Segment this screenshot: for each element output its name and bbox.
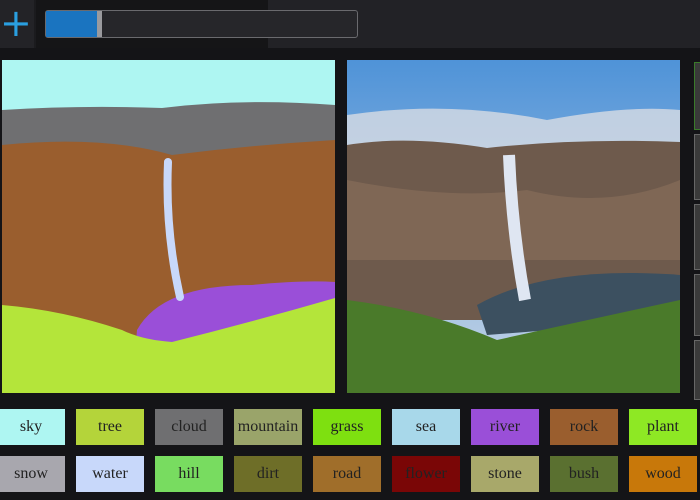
style-thumbnail[interactable] <box>694 62 700 130</box>
label-water-button[interactable]: water <box>76 456 144 492</box>
label-flower-button[interactable]: flower <box>392 456 460 492</box>
label-dirt-button[interactable]: dirt <box>234 456 302 492</box>
slider-fill <box>46 11 99 37</box>
generated-image <box>347 60 680 393</box>
label-road-button[interactable]: road <box>313 456 381 492</box>
label-stone-button[interactable]: stone <box>471 456 539 492</box>
slider-handle[interactable] <box>96 11 102 37</box>
label-sky-button[interactable]: sky <box>0 409 65 445</box>
style-thumbnail[interactable] <box>694 204 700 270</box>
style-thumbnail[interactable] <box>694 134 700 200</box>
label-mountain-button[interactable]: mountain <box>234 409 302 445</box>
label-cloud-button[interactable]: cloud <box>155 409 223 445</box>
segmentation-canvas[interactable] <box>2 60 335 393</box>
label-rock-button[interactable]: rock <box>550 409 618 445</box>
label-sea-button[interactable]: sea <box>392 409 460 445</box>
label-snow-button[interactable]: snow <box>0 456 65 492</box>
brush-size-slider[interactable] <box>45 10 358 38</box>
label-wood-button[interactable]: wood <box>629 456 697 492</box>
label-tree-button[interactable]: tree <box>76 409 144 445</box>
plus-icon[interactable]: + <box>0 0 34 48</box>
label-plant-button[interactable]: plant <box>629 409 697 445</box>
toolbar: + <box>0 0 700 48</box>
style-thumbnail[interactable] <box>694 274 700 336</box>
style-thumbnail[interactable] <box>694 340 700 400</box>
label-river-button[interactable]: river <box>471 409 539 445</box>
label-hill-button[interactable]: hill <box>155 456 223 492</box>
label-bush-button[interactable]: bush <box>550 456 618 492</box>
label-grass-button[interactable]: grass <box>313 409 381 445</box>
